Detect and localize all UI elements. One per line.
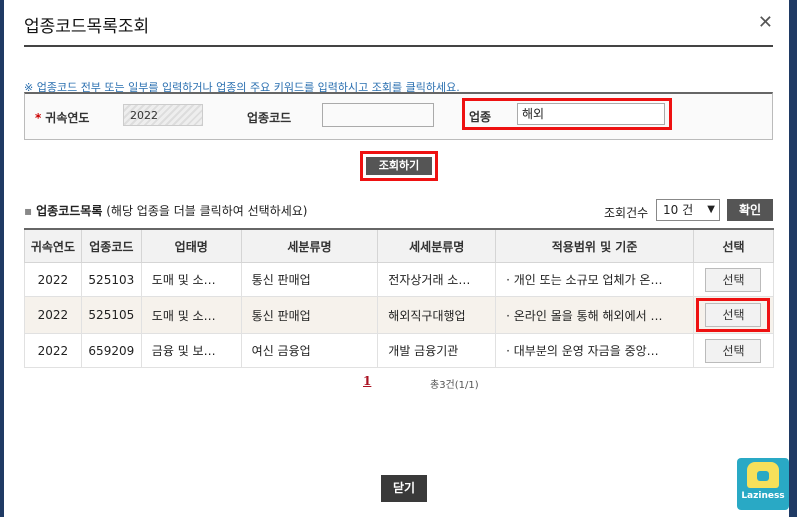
list-heading: ▪ 업종코드목록 (해당 업종을 더블 클릭하여 선택하세요) <box>24 204 308 218</box>
chevron-down-icon: ▼ <box>707 204 715 215</box>
table-header-row: 귀속연도 업종코드 업태명 세분류명 세세분류명 적용범위 및 기준 선택 <box>24 228 775 263</box>
cell-scope: · 온라인 몰을 통해 해외에서 … <box>495 296 694 334</box>
count-select[interactable]: 10 건 ▼ <box>656 199 720 221</box>
industry-highlight: 업종 해외 <box>462 98 672 130</box>
logo-mark-icon <box>747 462 779 488</box>
code-input[interactable] <box>322 103 434 127</box>
cell-sub: 통신 판매업 <box>240 262 379 297</box>
cell-select: 선택 <box>692 262 775 297</box>
column-header: 적용범위 및 기준 <box>495 228 694 263</box>
table-row[interactable]: 2022 525105 도매 및 소… 통신 판매업 해외직구대행업 · 온라인… <box>24 296 775 334</box>
cell-code: 659209 <box>80 333 142 368</box>
cell-year: 2022 <box>24 262 82 297</box>
cell-code: 525103 <box>80 262 142 297</box>
page-link-1[interactable]: 1 <box>363 374 371 388</box>
cell-year: 2022 <box>24 333 82 368</box>
cell-select: 선택 <box>692 296 775 334</box>
select-button[interactable]: 선택 <box>705 303 762 327</box>
column-header: 세세분류명 <box>377 228 497 263</box>
logo-text: Laziness <box>741 491 785 501</box>
list-hint: (해당 업종을 더블 클릭하여 선택하세요) <box>106 204 308 218</box>
code-label: 업종코드 <box>247 111 292 125</box>
cell-code: 525105 <box>80 296 142 334</box>
cell-scope: · 개인 또는 소규모 업체가 온… <box>495 262 694 297</box>
cell-sub: 여신 금융업 <box>240 333 379 368</box>
laziness-logo: Laziness <box>737 458 789 510</box>
cell-sub: 통신 판매업 <box>240 296 379 334</box>
confirm-button[interactable]: 확인 <box>727 199 773 221</box>
column-header: 귀속연도 <box>24 228 82 263</box>
column-header: 선택 <box>692 228 775 263</box>
search-button-highlight: 조회하기 <box>360 151 438 181</box>
industry-code-dialog: 업종코드목록조회 ✕ ※ 업종코드 전부 또는 일부를 입력하거나 업종의 주요… <box>4 0 789 517</box>
cell-select: 선택 <box>692 333 775 368</box>
bullet-icon: ▪ <box>24 204 33 218</box>
cell-category: 도매 및 소… <box>140 262 242 297</box>
table-row[interactable]: 2022 659209 금융 및 보… 여신 금융업 개발 금융기관 · 대부분… <box>24 333 775 368</box>
select-button[interactable]: 선택 <box>705 338 762 363</box>
search-button[interactable]: 조회하기 <box>366 157 432 175</box>
column-header: 업종코드 <box>80 228 142 263</box>
year-label: * 귀속연도 <box>35 111 90 125</box>
column-header: 업태명 <box>140 228 242 263</box>
column-header: 세분류명 <box>240 228 379 263</box>
cell-subsub: 해외직구대행업 <box>377 296 497 334</box>
required-marker: * <box>35 111 42 125</box>
cell-subsub: 개발 금융기관 <box>377 333 497 368</box>
close-button[interactable]: 닫기 <box>381 475 427 502</box>
industry-input[interactable]: 해외 <box>517 103 665 125</box>
cell-category: 도매 및 소… <box>140 296 242 334</box>
count-label: 조회건수 <box>604 206 649 220</box>
cell-scope: · 대부분의 운영 자금을 중앙… <box>495 333 694 368</box>
search-panel: * 귀속연도 2022 업종코드 업종 해외 <box>24 92 773 140</box>
cell-year: 2022 <box>24 296 82 334</box>
dialog-title: 업종코드목록조회 <box>24 17 150 37</box>
select-button[interactable]: 선택 <box>705 267 762 292</box>
year-field: 2022 <box>123 104 203 126</box>
select-button-highlight: 선택 <box>696 298 771 332</box>
table-row[interactable]: 2022 525103 도매 및 소… 통신 판매업 전자상거래 소… · 개인… <box>24 262 775 297</box>
total-count: 총3건(1/1) <box>430 380 479 391</box>
cell-subsub: 전자상거래 소… <box>377 262 497 297</box>
close-icon[interactable]: ✕ <box>758 12 773 33</box>
title-divider <box>24 45 773 47</box>
cell-category: 금융 및 보… <box>140 333 242 368</box>
industry-label: 업종 <box>469 110 492 124</box>
code-table: 귀속연도 업종코드 업태명 세분류명 세세분류명 적용범위 및 기준 선택 20… <box>24 228 775 368</box>
